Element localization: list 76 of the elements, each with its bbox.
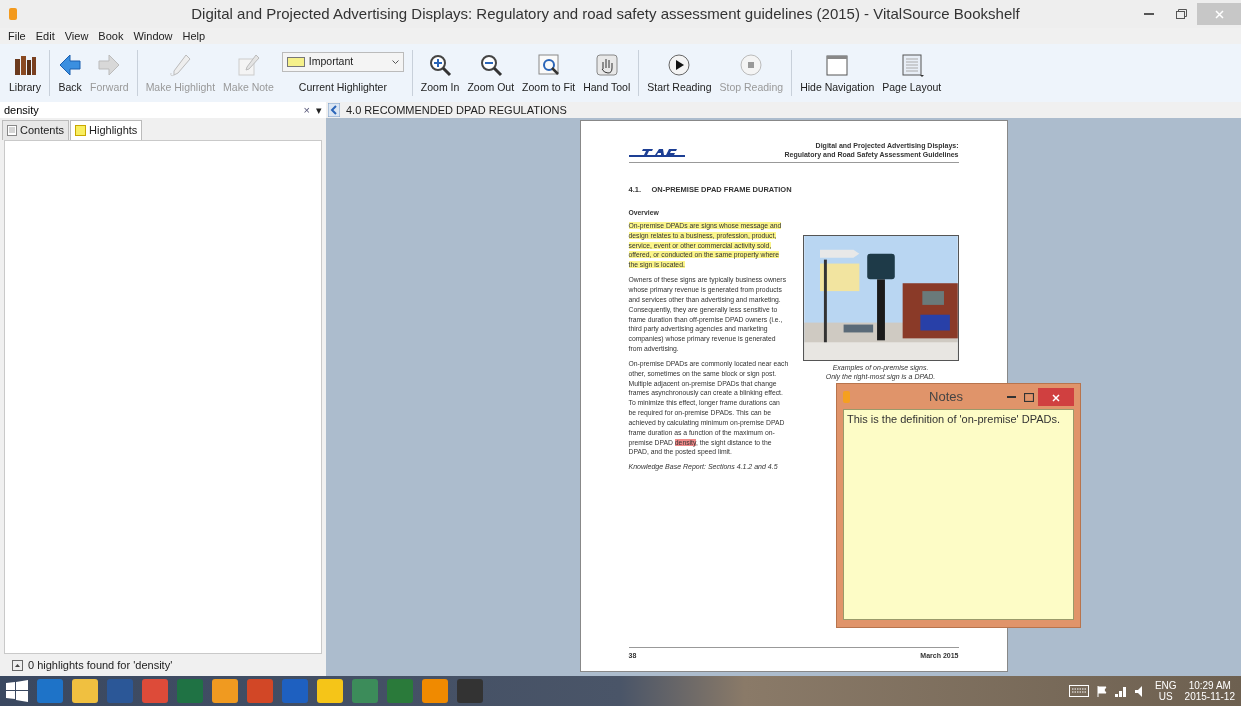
page-layout-icon <box>899 53 924 78</box>
clock-time[interactable]: 10:29 AM <box>1188 680 1231 691</box>
menu-item[interactable]: File <box>8 27 26 45</box>
collapse-icon[interactable] <box>12 659 23 671</box>
toolbar-button[interactable]: Library <box>6 53 45 96</box>
play-icon <box>667 53 692 78</box>
zoom-in-icon <box>428 53 453 78</box>
menu-item[interactable]: Edit <box>35 27 55 45</box>
forward-arrow-icon <box>97 53 122 78</box>
minimize-icon <box>1144 13 1154 15</box>
status-text: 0 highlights found for 'density' <box>28 657 173 673</box>
toolbar-button[interactable]: Hand Tool <box>580 53 634 96</box>
app-icon[interactable] <box>352 679 378 703</box>
zoom-out-icon <box>478 53 503 78</box>
toolbar-button[interactable]: Start Reading <box>644 53 715 96</box>
maximize-icon <box>1024 392 1034 402</box>
minimize-icon <box>1006 396 1016 399</box>
note-icon <box>843 390 850 403</box>
nav-tab[interactable]: Contents <box>2 120 70 140</box>
app-icon[interactable] <box>247 679 273 703</box>
clear-button[interactable]: × <box>303 101 310 119</box>
note-icon <box>236 53 261 78</box>
app-icon[interactable] <box>142 679 168 703</box>
search-field[interactable]: density × ▾ <box>0 102 326 118</box>
highlighter-label: Current Highlighter <box>298 80 387 96</box>
highlighter-icon <box>75 124 87 136</box>
toolbar-button[interactable]: Zoom In <box>417 53 463 96</box>
start-icon[interactable] <box>6 680 28 702</box>
toolbar-button[interactable]: Hide Navigation <box>797 53 878 96</box>
app-icon[interactable] <box>387 679 413 703</box>
restore-icon <box>1175 9 1187 19</box>
app-icon[interactable] <box>177 679 203 703</box>
toolbar-button[interactable]: Page Layout <box>879 53 945 96</box>
books-icon <box>13 53 38 78</box>
app-icon[interactable] <box>457 679 483 703</box>
app-icon[interactable] <box>212 679 238 703</box>
close-button[interactable] <box>1038 387 1074 406</box>
highlighter-dropdown[interactable]: Important <box>281 52 404 73</box>
app-icon[interactable] <box>317 679 343 703</box>
close-icon <box>1214 9 1224 19</box>
menu-item[interactable]: Book <box>98 27 124 45</box>
stop-icon <box>739 53 764 78</box>
keyboard-icon[interactable] <box>1068 685 1089 697</box>
clock-date[interactable]: 2015-11-12 <box>1184 691 1235 702</box>
dropdown-button[interactable]: ▾ <box>316 101 322 119</box>
window-title: Digital and Projected Advertising Displays: Regulatory and road safety assessment guidelines (2015) - VitalSource Bookshelf <box>190 3 1021 24</box>
app-icon[interactable] <box>282 679 308 703</box>
region-indicator[interactable]: US <box>1158 691 1173 702</box>
app-icon[interactable] <box>72 679 98 703</box>
toolbar-button[interactable]: Zoom to Fit <box>519 53 579 96</box>
logo-icon <box>628 147 685 160</box>
document-icon <box>7 124 17 136</box>
notes-title: Notes <box>928 387 964 406</box>
language-indicator[interactable]: ENG <box>1154 680 1177 691</box>
menu-item[interactable]: View <box>64 27 89 45</box>
menu-item[interactable]: Window <box>133 27 173 45</box>
note-text-area[interactable]: This is the definition of 'on-premise' DPADs. <box>843 409 1074 620</box>
menu-item[interactable]: Help <box>182 27 206 45</box>
window-icon <box>825 53 850 78</box>
close-icon <box>1052 394 1060 403</box>
nav-tab[interactable]: Highlights <box>70 120 143 140</box>
flag-icon[interactable] <box>1096 685 1107 697</box>
app-icon <box>8 7 18 21</box>
caret-icon <box>391 59 399 65</box>
toolbar-button[interactable]: Back <box>55 53 86 96</box>
app-icon[interactable] <box>422 679 448 703</box>
pen-icon <box>168 53 193 78</box>
toolbar-button[interactable]: Zoom Out <box>464 53 518 96</box>
app-icon[interactable] <box>37 679 63 703</box>
chapter-title: 4.0 RECOMMENDED DPAD REGULATIONS <box>346 102 567 118</box>
back-arrow-icon <box>58 53 83 78</box>
zoom-fit-icon <box>536 53 561 78</box>
chevron-left-icon[interactable] <box>328 103 340 117</box>
app-icon[interactable] <box>107 679 133 703</box>
network-icon[interactable] <box>1114 685 1127 697</box>
hand-icon <box>594 53 619 78</box>
